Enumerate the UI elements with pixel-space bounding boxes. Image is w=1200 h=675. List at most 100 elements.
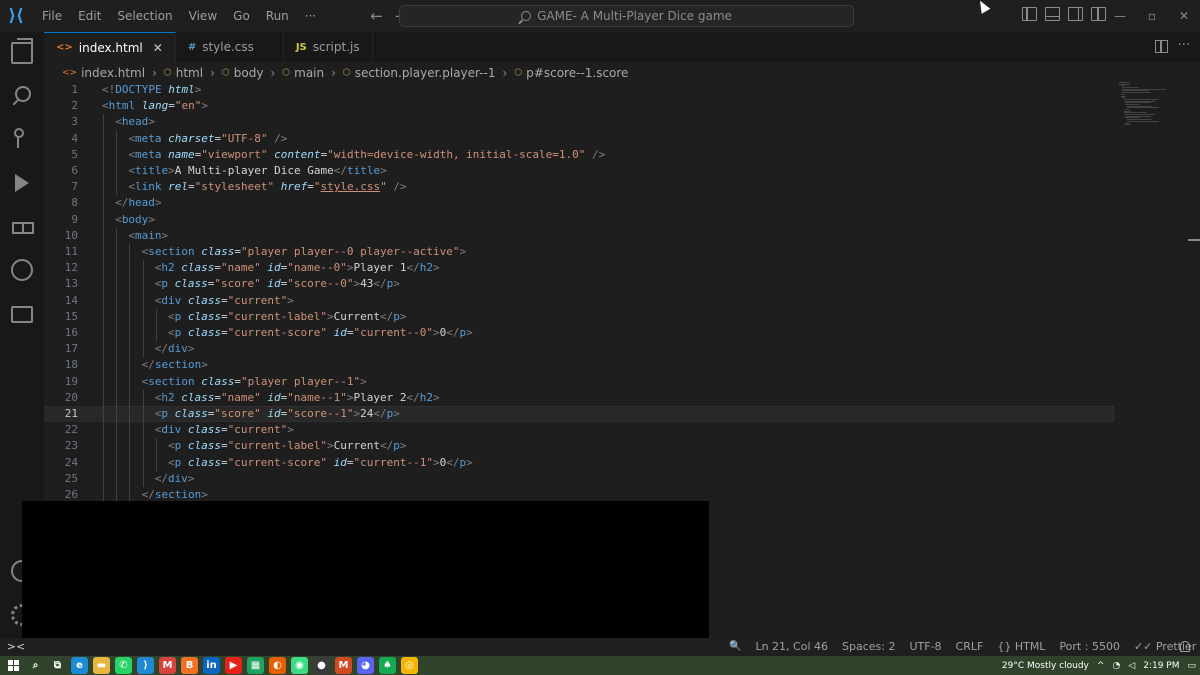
code-line[interactable]: 13 <p class="score" id="score--0">43</p> xyxy=(44,276,1114,293)
android-studio-icon[interactable]: ◉ xyxy=(291,657,308,674)
code-line[interactable]: 12 <h2 class="name" id="name--0">Player 1… xyxy=(44,260,1114,277)
code-line[interactable]: 16 <p class="current-score" id="current--… xyxy=(44,325,1114,342)
end-of-line[interactable]: CRLF xyxy=(949,638,991,656)
ms-office-icon[interactable]: M xyxy=(335,657,352,674)
mongodb-icon[interactable]: ♠ xyxy=(379,657,396,674)
back-arrow-icon[interactable]: ← xyxy=(364,7,389,25)
code-line[interactable]: 8 </head> xyxy=(44,195,1114,212)
minimap[interactable] xyxy=(1119,82,1169,127)
file-explorer-icon[interactable]: ▬ xyxy=(93,657,110,674)
code-line[interactable]: 10 <main> xyxy=(44,227,1114,244)
menu-selection[interactable]: Selection xyxy=(109,0,180,32)
code-line[interactable]: 18 </section> xyxy=(44,357,1114,374)
close-window-button[interactable]: ✕ xyxy=(1168,9,1200,23)
brave-icon[interactable]: B xyxy=(181,657,198,674)
discord-icon[interactable]: ◕ xyxy=(357,657,374,674)
menu-file[interactable]: File xyxy=(34,0,70,32)
code-line[interactable]: 9 <body> xyxy=(44,211,1114,228)
code-token: < xyxy=(168,455,175,469)
code-line[interactable]: 3 <head> xyxy=(44,114,1114,131)
search-view-icon[interactable] xyxy=(11,85,33,107)
scrollbar-marker[interactable] xyxy=(1188,239,1200,241)
minimize-button[interactable]: — xyxy=(1104,9,1136,23)
code-line[interactable]: 17 </div> xyxy=(44,341,1114,358)
close-tab-icon[interactable]: ✕ xyxy=(153,41,163,55)
extensions-icon[interactable] xyxy=(11,215,34,237)
code-line[interactable]: 23 <p class="current-label">Current</p> xyxy=(44,438,1114,455)
breadcrumb-item[interactable]: p#score--1.score xyxy=(526,66,628,80)
indentation[interactable]: Spaces: 2 xyxy=(835,638,902,656)
tab-index-html[interactable]: <> index.html ✕ xyxy=(44,32,176,62)
code-line[interactable]: 24 <p class="current-score" id="current--… xyxy=(44,454,1114,471)
chrome-icon[interactable]: ◎ xyxy=(401,657,418,674)
menu-go[interactable]: Go xyxy=(225,0,258,32)
action-center-icon[interactable]: ▭ xyxy=(1183,661,1200,671)
code-token: "name--0" xyxy=(287,261,347,275)
code-line[interactable]: 19 <section class="player player--1"> xyxy=(44,373,1114,390)
split-editor-icon[interactable] xyxy=(1155,40,1168,53)
remote-indicator-icon[interactable]: >< xyxy=(0,638,32,656)
clock[interactable]: 2:19 PM xyxy=(1139,661,1183,671)
toggle-secondary-sidebar-icon[interactable] xyxy=(1068,7,1083,21)
code-line[interactable]: 11 <section class="player player--0 playe… xyxy=(44,244,1114,261)
code-line[interactable]: 15 <p class="current-label">Current</p> xyxy=(44,308,1114,325)
breadcrumb-item[interactable]: section.player.player--1 xyxy=(355,66,496,80)
menu-more[interactable]: ··· xyxy=(297,0,324,32)
git-graph-icon[interactable] xyxy=(11,259,33,281)
sheets-icon[interactable]: ▦ xyxy=(247,657,264,674)
breadcrumb-item[interactable]: main xyxy=(294,66,324,80)
network-icon[interactable]: ◔ xyxy=(1108,661,1124,671)
code-line[interactable]: 4 <meta charset="UTF-8" /> xyxy=(44,130,1114,147)
code-line[interactable]: 20 <h2 class="name" id="name--1">Player 2… xyxy=(44,389,1114,406)
code-line[interactable]: 6 <title>A Multi-player Dice Game</title> xyxy=(44,163,1114,180)
file-encoding[interactable]: UTF-8 xyxy=(902,638,948,656)
project-manager-icon[interactable] xyxy=(11,306,33,323)
command-center-search[interactable]: GAME- A Multi-Player Dice game xyxy=(399,5,854,27)
cursor-position[interactable]: Ln 21, Col 46 xyxy=(748,638,835,656)
firefox-icon[interactable]: ◐ xyxy=(269,657,286,674)
breadcrumb-item[interactable]: body xyxy=(234,66,264,80)
whatsapp-icon[interactable]: ✆ xyxy=(115,657,132,674)
vscode-icon[interactable]: ⟩ xyxy=(137,657,154,674)
menu-view[interactable]: View xyxy=(181,0,225,32)
volume-icon[interactable]: ◁ xyxy=(1124,661,1139,671)
indent-guide xyxy=(155,308,157,325)
explorer-icon[interactable] xyxy=(11,38,33,64)
edge-icon[interactable]: e xyxy=(71,657,88,674)
source-control-icon[interactable] xyxy=(11,128,33,150)
run-debug-icon[interactable] xyxy=(11,172,33,194)
code-line[interactable]: 2 <html lang="en"> xyxy=(44,98,1114,114)
youtube-icon[interactable]: ▶ xyxy=(225,657,242,674)
code-line[interactable]: 22 <div class="current"> xyxy=(44,422,1114,439)
obs-icon[interactable]: ● xyxy=(313,657,330,674)
live-server-port[interactable]: Port : 5500 xyxy=(1052,638,1127,656)
menu-edit[interactable]: Edit xyxy=(70,0,109,32)
code-line[interactable]: 25 </div> xyxy=(44,470,1114,487)
search-icon[interactable]: ⌕ xyxy=(27,657,44,674)
gmail-icon[interactable]: M xyxy=(159,657,176,674)
notifications-bell-icon[interactable] xyxy=(1180,641,1190,652)
linkedin-icon[interactable]: in xyxy=(203,657,220,674)
code-line[interactable]: 14 <div class="current"> xyxy=(44,292,1114,309)
more-actions-icon[interactable]: ··· xyxy=(1178,38,1190,53)
windows-start-icon[interactable] xyxy=(5,657,22,674)
maximize-button[interactable]: ▫ xyxy=(1136,9,1168,23)
code-line[interactable]: 1 <!DOCTYPE html> xyxy=(44,82,1114,98)
toggle-primary-sidebar-icon[interactable] xyxy=(1022,7,1037,21)
task-view-icon[interactable]: ⧉ xyxy=(49,657,66,674)
tray-overflow-icon[interactable]: ^ xyxy=(1093,661,1109,671)
toggle-panel-icon[interactable] xyxy=(1045,7,1060,21)
code-line[interactable]: 21 <p class="score" id="score--1">24</p> xyxy=(44,406,1114,423)
language-mode[interactable]: {} HTML xyxy=(990,638,1052,656)
tab-script-js[interactable]: JS script.js xyxy=(284,32,373,62)
zoom-icon[interactable]: 🔍 xyxy=(722,638,748,656)
code-line[interactable]: 5 <meta name="viewport" content="width=de… xyxy=(44,146,1114,163)
tab-style-css[interactable]: # style.css xyxy=(176,32,284,62)
breadcrumb-item[interactable]: html xyxy=(176,66,203,80)
chevron-right-icon: › xyxy=(152,66,157,80)
breadcrumb-item[interactable]: index.html xyxy=(81,66,145,80)
weather-widget[interactable]: 29°C Mostly cloudy xyxy=(998,661,1093,671)
code-line[interactable]: 7 <link rel="stylesheet" href="style.css"… xyxy=(44,179,1114,196)
menu-run[interactable]: Run xyxy=(258,0,297,32)
